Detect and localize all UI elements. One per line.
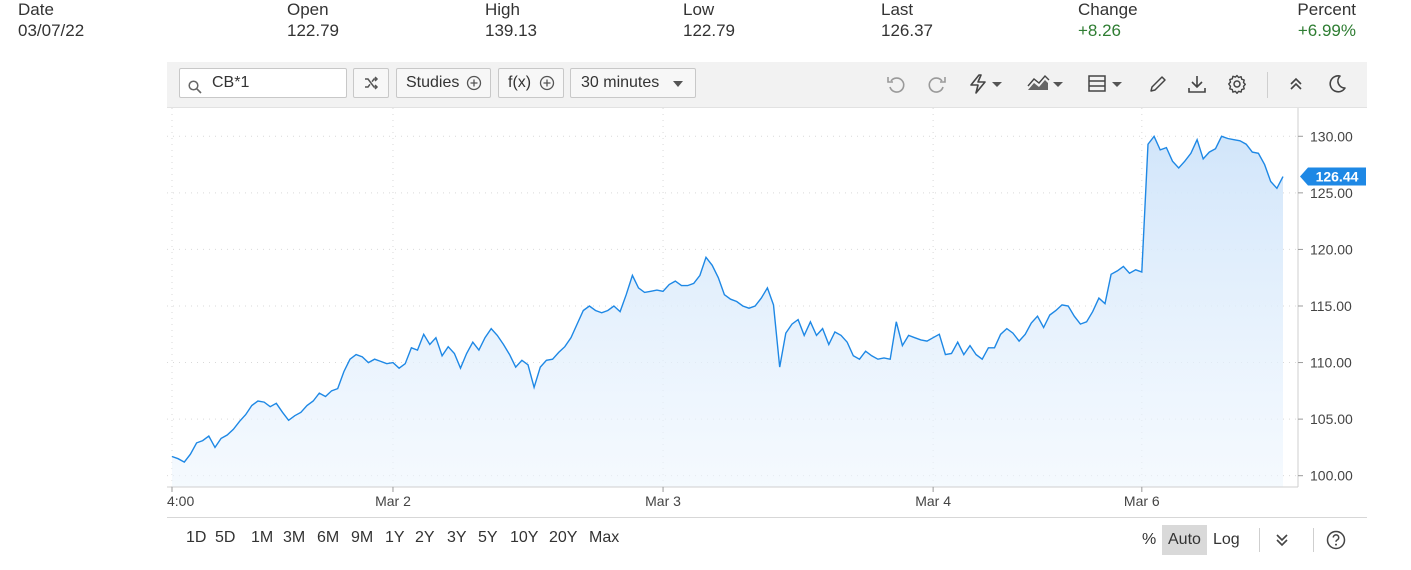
range-6m-button[interactable]: 6M [317,529,339,547]
range-10y-button[interactable]: 10Y [510,529,538,547]
auto-scale-button[interactable]: Auto [1162,525,1207,555]
range-1d-button[interactable]: 1D [186,529,206,547]
price-chart[interactable]: 130.00 125.00 120.00 115.00 110.00 105.00 100.… [0,0,1411,517]
expand-down-icon[interactable] [1273,531,1291,549]
range-9m-button[interactable]: 9M [351,529,373,547]
range-bar: 1D 5D 1M 3M 6M 9M 1Y 2Y 3Y 5Y 10Y 20Y Max % Auto Log [167,517,1367,562]
range-3m-button[interactable]: 3M [283,529,305,547]
help-icon[interactable] [1326,530,1346,550]
x-tick-label: 4:00 [167,493,194,509]
y-tick-label: 120.00 [1310,241,1353,257]
y-tick-label: 110.00 [1310,355,1352,371]
log-scale-button[interactable]: Log [1213,525,1240,555]
y-tick-label: 115.00 [1310,298,1352,314]
range-divider [1259,528,1260,552]
x-tick-label: Mar 6 [1124,493,1160,509]
y-tick-label: 100.00 [1310,468,1353,484]
x-tick-label: Mar 2 [375,493,411,509]
range-5y-button[interactable]: 5Y [478,529,498,547]
price-area-fill [172,136,1283,488]
range-5d-button[interactable]: 5D [215,529,235,547]
x-axis: 4:00 Mar 2 Mar 3 Mar 4 Mar 6 [167,487,1160,509]
y-tick-label: 105.00 [1310,411,1353,427]
range-divider [1313,528,1314,552]
x-tick-label: Mar 4 [915,493,951,509]
range-3y-button[interactable]: 3Y [447,529,467,547]
range-20y-button[interactable]: 20Y [549,529,577,547]
range-1m-button[interactable]: 1M [251,529,273,547]
range-max-button[interactable]: Max [589,529,619,547]
last-price-tag: 126.44 [1300,167,1366,186]
last-price-label: 126.44 [1316,169,1359,185]
y-tick-label: 130.00 [1310,128,1353,144]
range-1y-button[interactable]: 1Y [385,529,405,547]
percent-scale-button[interactable]: % [1142,525,1156,555]
x-tick-label: Mar 3 [645,493,681,509]
y-tick-label: 125.00 [1310,185,1353,201]
range-2y-button[interactable]: 2Y [415,529,435,547]
